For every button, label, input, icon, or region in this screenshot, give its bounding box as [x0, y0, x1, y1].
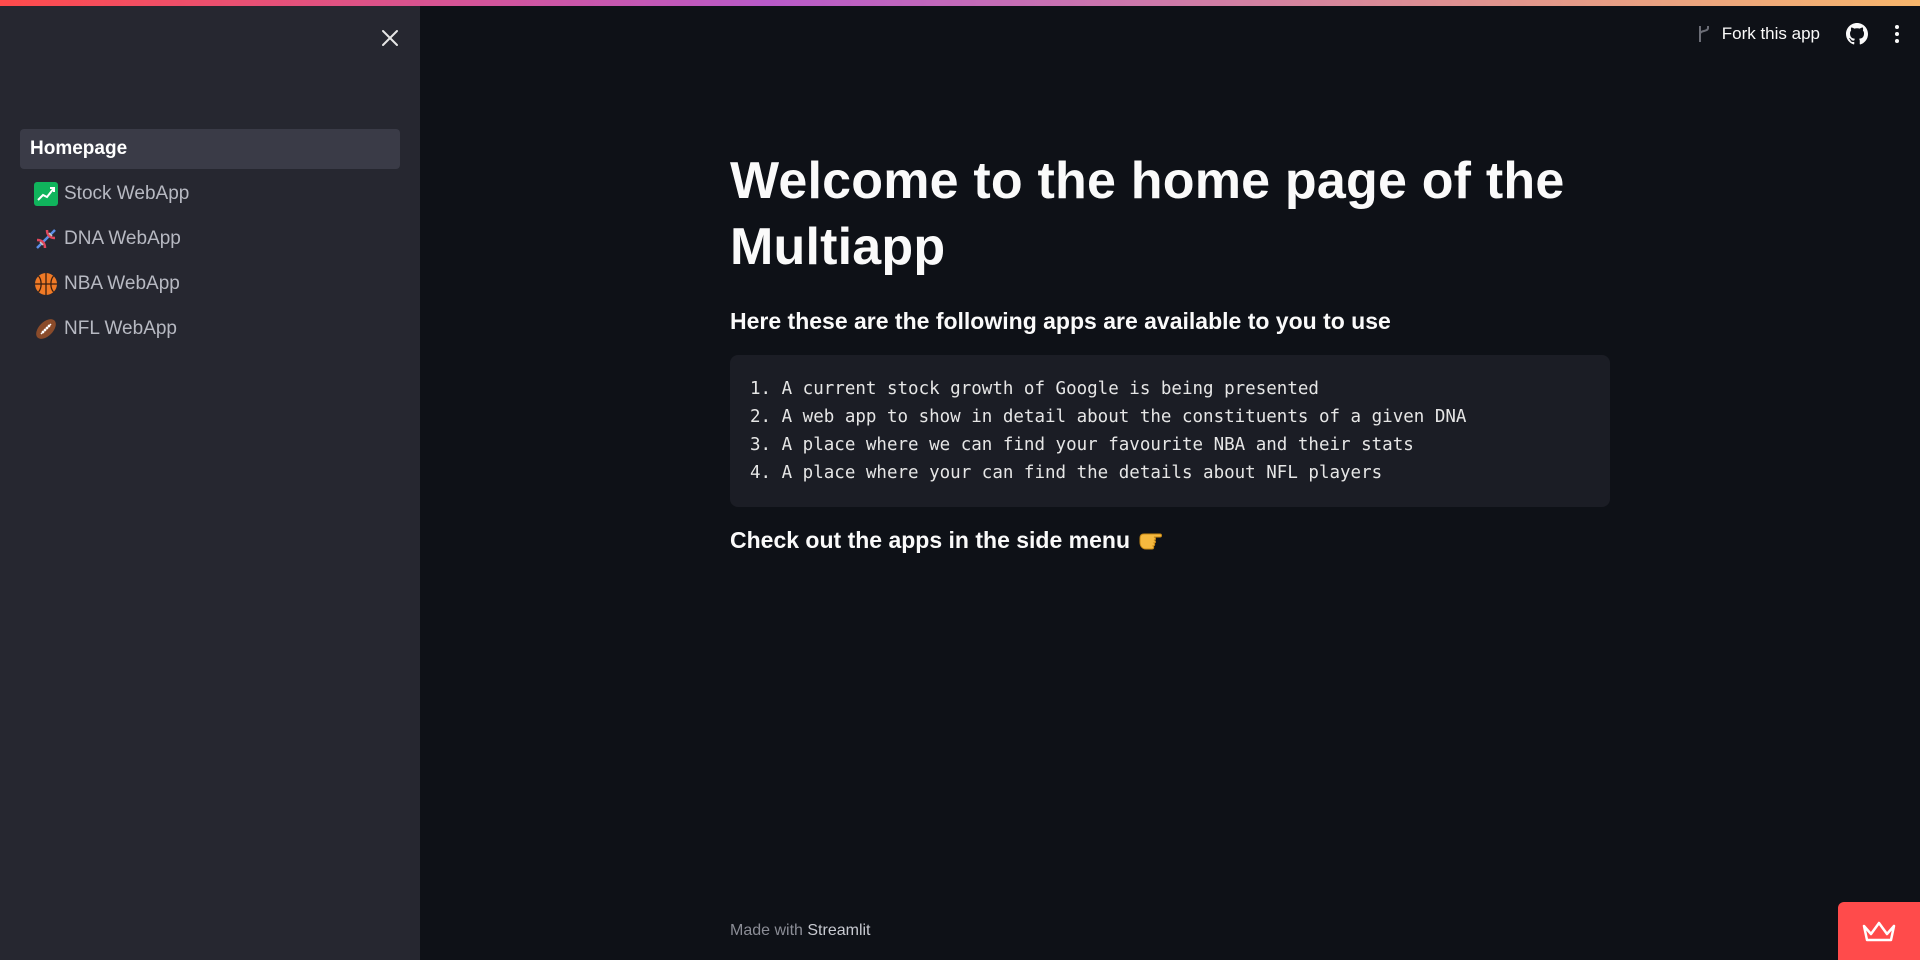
fork-app-label: Fork this app [1721, 24, 1820, 43]
sidebar-item-nba-webapp[interactable]: NBA WebApp [20, 264, 400, 304]
code-block: 1. A current stock growth of Google is b… [730, 355, 1610, 507]
side-menu-hint: Check out the apps in the side menu [730, 527, 1610, 554]
footer-made-with: Made with [730, 922, 803, 939]
sidebar-item-label: Homepage [30, 138, 128, 159]
fork-app-button[interactable]: Fork this app [1696, 24, 1820, 44]
main-menu-button[interactable] [1894, 24, 1900, 44]
fork-icon [1698, 26, 1709, 42]
code-line: 3. A place where we can find your favour… [750, 435, 1414, 455]
sidebar: Homepage Stock WebApp DNA WebApp NBA Web… [0, 6, 420, 960]
footer: Made with Streamlit [730, 922, 871, 940]
footer-brand-link[interactable]: Streamlit [807, 922, 870, 939]
top-decoration-bar [0, 0, 1920, 6]
american-football-icon [34, 317, 58, 341]
page-subtitle: Here these are the following apps are av… [730, 308, 1391, 334]
code-line: 2. A web app to show in detail about the… [750, 407, 1467, 427]
chart-increasing-icon [34, 182, 58, 206]
code-line: 4. A place where your can find the detai… [750, 463, 1383, 483]
header-actions: Fork this app [1696, 23, 1900, 45]
pointing-hand-icon [1139, 533, 1163, 549]
sidebar-item-nfl-webapp[interactable]: NFL WebApp [20, 309, 400, 349]
page-content: Welcome to the home page of the Multiapp… [730, 148, 1610, 554]
dna-icon [34, 227, 58, 251]
github-icon [1846, 23, 1868, 45]
sidebar-item-label: NFL WebApp [64, 318, 177, 339]
page-title: Welcome to the home page of the Multiapp [730, 152, 1565, 276]
streamlit-badge[interactable] [1838, 902, 1920, 960]
kebab-menu-icon [1895, 25, 1899, 43]
close-sidebar-button[interactable] [378, 26, 402, 50]
sidebar-item-homepage[interactable]: Homepage [20, 129, 400, 169]
basketball-icon [34, 272, 58, 296]
close-icon [382, 30, 398, 46]
sidebar-nav: Homepage Stock WebApp DNA WebApp NBA Web… [20, 129, 400, 354]
github-button[interactable] [1846, 23, 1868, 45]
sidebar-item-stock-webapp[interactable]: Stock WebApp [20, 174, 400, 214]
sidebar-item-label: NBA WebApp [64, 273, 180, 294]
main-content: Fork this app Welcome to the home page o… [420, 6, 1920, 960]
crown-icon [1862, 921, 1896, 942]
side-menu-hint-text: Check out the apps in the side menu [730, 527, 1131, 553]
sidebar-item-label: Stock WebApp [64, 183, 190, 204]
sidebar-item-dna-webapp[interactable]: DNA WebApp [20, 219, 400, 259]
sidebar-item-label: DNA WebApp [64, 228, 181, 249]
code-line: 1. A current stock growth of Google is b… [750, 379, 1319, 399]
